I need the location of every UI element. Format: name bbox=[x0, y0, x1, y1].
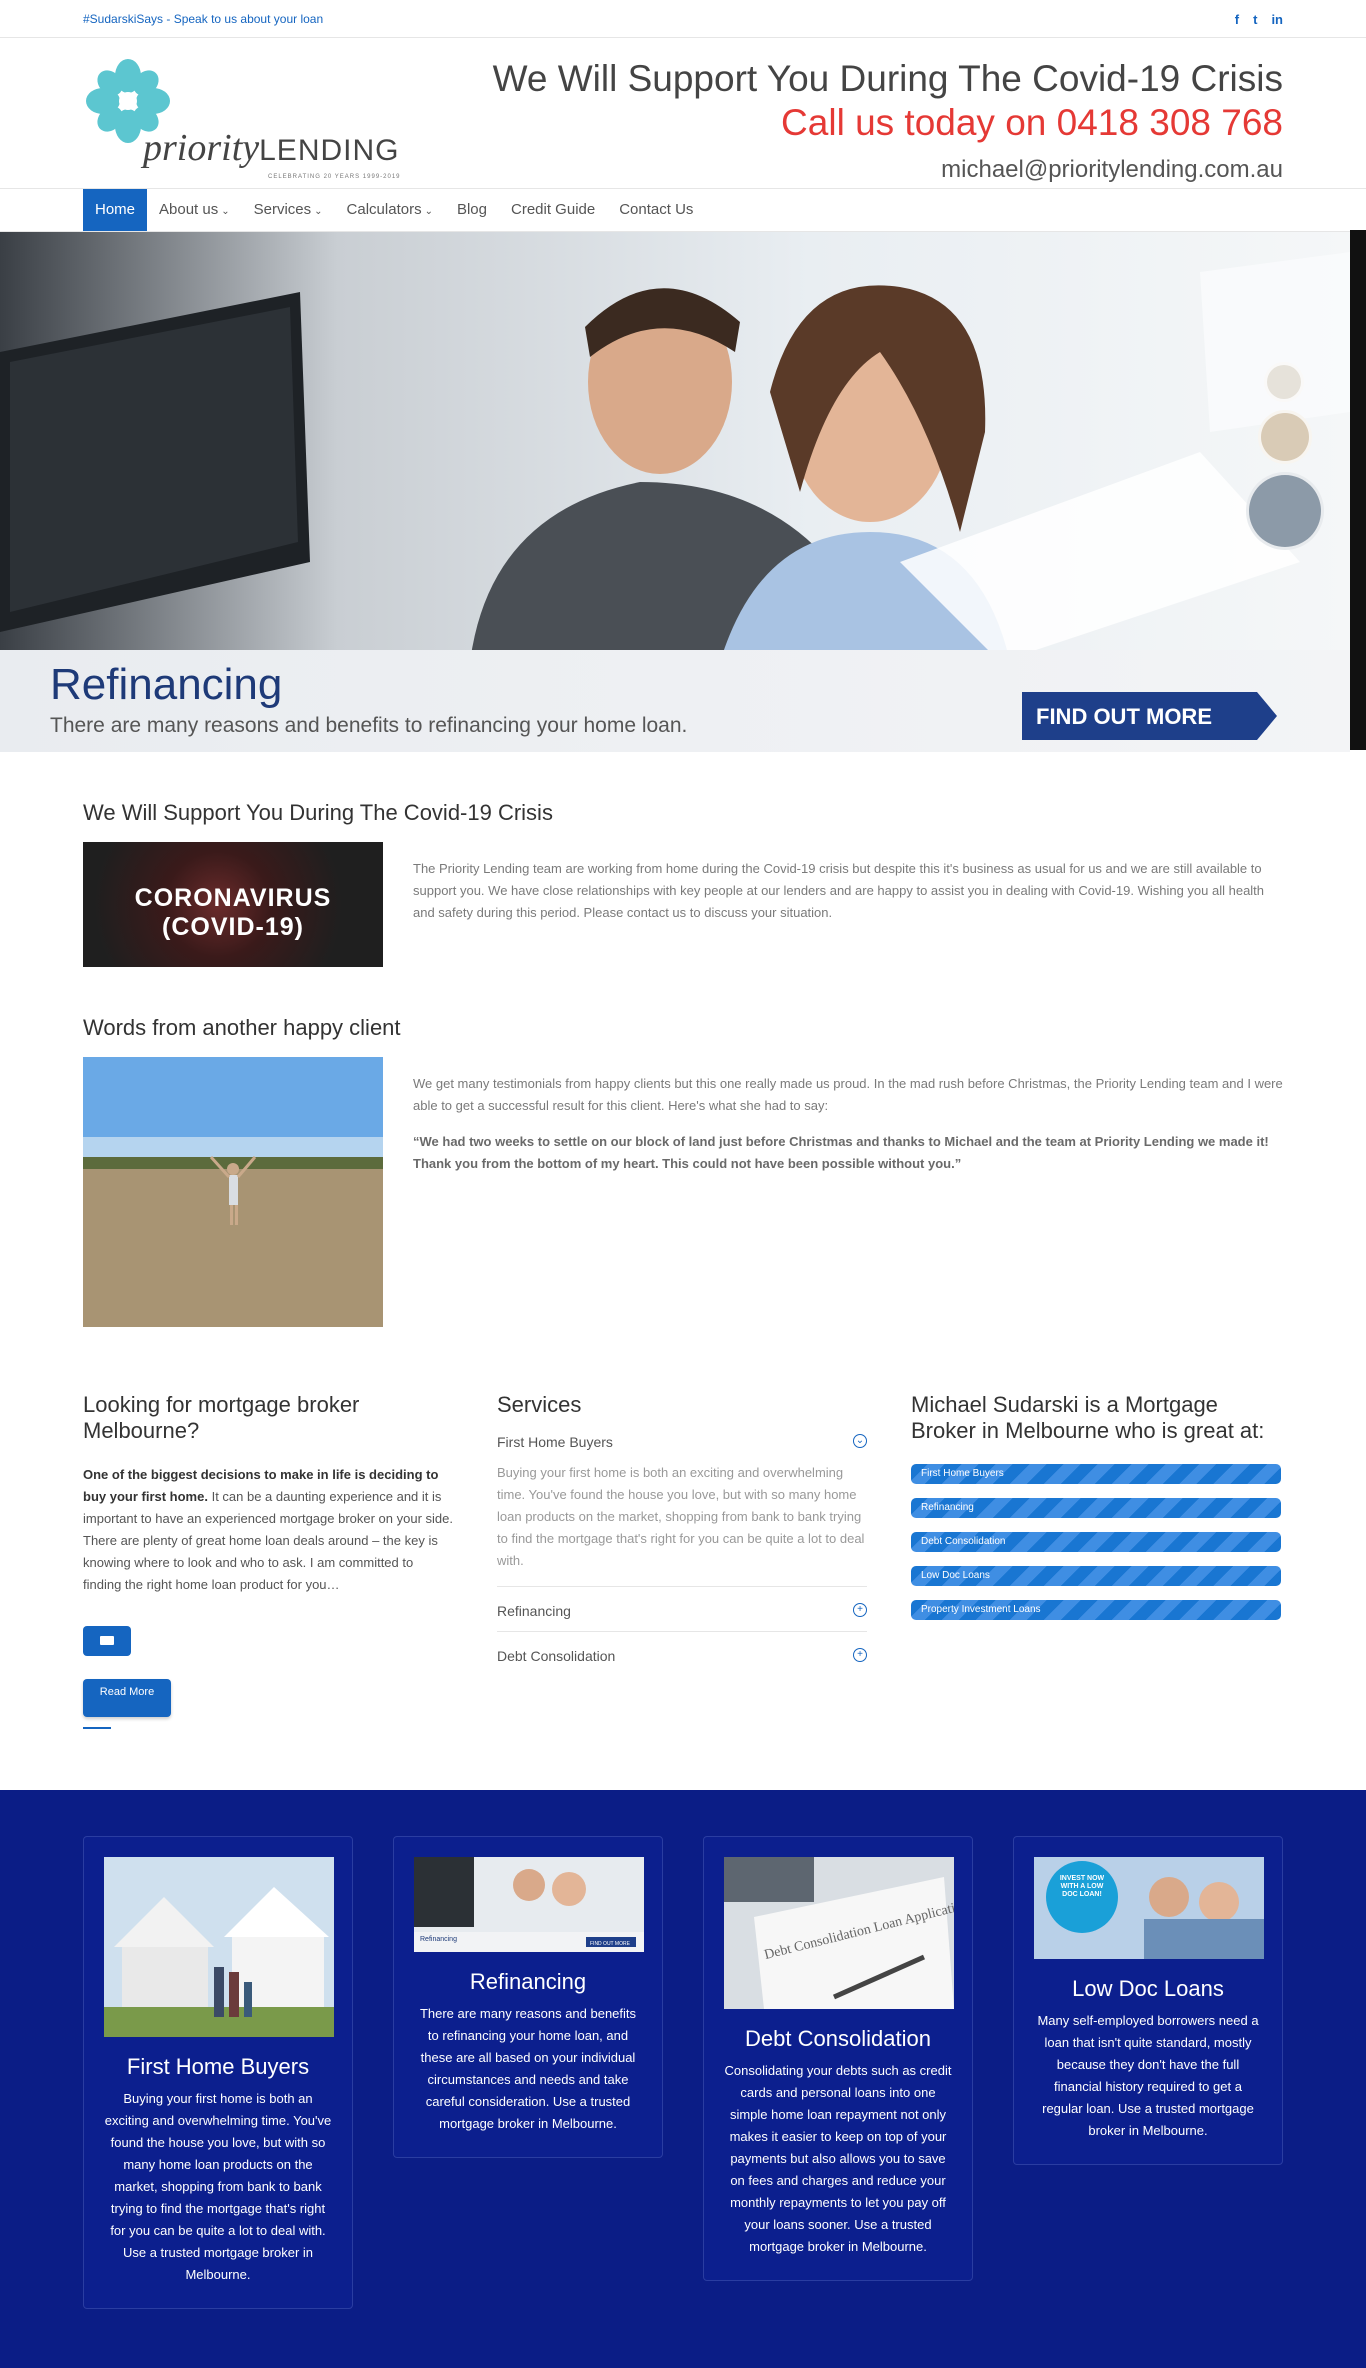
site-header: priorityLENDING CELEBRATING 20 YEARS 199… bbox=[0, 38, 1366, 188]
broker-text: One of the biggest decisions to make in … bbox=[83, 1467, 453, 1592]
covid-heading: We Will Support You During The Covid-19 … bbox=[83, 800, 553, 825]
card-title: Refinancing bbox=[469, 1969, 587, 1994]
nav-contact[interactable]: Contact Us bbox=[607, 189, 705, 231]
card-title: Debt Consolidation bbox=[745, 2026, 931, 2051]
header-email[interactable]: michael@prioritylending.com.au bbox=[493, 156, 1283, 184]
skills-column: Michael Sudarski is a Mortgage Broker in… bbox=[911, 1392, 1281, 1729]
card-title: Low Doc Loans bbox=[1072, 1976, 1224, 2001]
card-first-home-buyers[interactable]: First Home Buyers Buying your first home… bbox=[83, 1836, 353, 2309]
covid-image-text: CORONAVIRUS (COVID-19) bbox=[134, 884, 332, 941]
testimonial-row: We get many testimonials from happy clie… bbox=[83, 1057, 1283, 1332]
card-body: There are many reasons and benefits to r… bbox=[419, 2006, 637, 2131]
slide-thumb-2[interactable] bbox=[1258, 410, 1312, 464]
hero-title: Refinancing bbox=[50, 660, 283, 709]
client-photo bbox=[83, 1057, 383, 1332]
skills-heading: Michael Sudarski is a Mortgage Broker in… bbox=[911, 1392, 1265, 1443]
scroll-edge bbox=[1350, 230, 1366, 750]
linkedin-icon[interactable]: in bbox=[1271, 12, 1283, 27]
skill-bar: Property Investment Loans bbox=[911, 1600, 1281, 1620]
find-out-more-button[interactable]: FIND OUT MORE bbox=[1022, 692, 1277, 740]
header-contact: We Will Support You During The Covid-19 … bbox=[493, 58, 1283, 184]
nav-about[interactable]: About us ⌄ bbox=[147, 189, 242, 231]
find-out-more-label: FIND OUT MORE bbox=[1036, 704, 1212, 729]
card-title: First Home Buyers bbox=[126, 2054, 310, 2079]
slide-thumb-3[interactable] bbox=[1246, 472, 1324, 550]
divider bbox=[83, 1727, 111, 1729]
services-heading: Services bbox=[497, 1392, 582, 1417]
accordion-body: Buying your first home is both an exciti… bbox=[497, 1462, 867, 1587]
nav-home[interactable]: Home bbox=[83, 189, 148, 231]
chevron-down-icon: ⌄ bbox=[221, 206, 230, 217]
skill-bar: First Home Buyers bbox=[911, 1464, 1281, 1484]
logo-wordmark: priorityLENDING bbox=[143, 127, 400, 169]
testimonial-body: We get many testimonials from happy clie… bbox=[413, 1076, 1283, 1113]
chevron-down-icon: ⌄ bbox=[314, 206, 323, 217]
debt-form-image: Debt Consolidation Loan Application Form bbox=[724, 1857, 1004, 2009]
tagline-link[interactable]: #SudarskiSays - Speak to us about your l… bbox=[83, 12, 323, 26]
covid-image: CORONAVIRUS (COVID-19) bbox=[83, 842, 383, 967]
broker-column: Looking for mortgage broker Melbourne? O… bbox=[83, 1392, 453, 1729]
testimonial-heading: Words from another happy client bbox=[83, 1015, 401, 1040]
slide-thumb-1[interactable] bbox=[1264, 362, 1304, 402]
card-refinancing[interactable]: Refinancing FIND OUT MORE Refinancing Th… bbox=[393, 1836, 663, 2158]
main-nav: Home About us ⌄ Services ⌄ Calculators ⌄ Bl… bbox=[0, 188, 1366, 232]
services-column: Services First Home Buyers ⌄ Buying your … bbox=[497, 1392, 867, 1729]
accordion-first-home-buyers[interactable]: First Home Buyers ⌄ bbox=[497, 1418, 867, 1462]
logo-subtitle: CELEBRATING 20 YEARS 1999-2019 bbox=[268, 174, 401, 180]
card-body: Many self-employed borrowers need a loan… bbox=[1037, 2013, 1259, 2138]
chevron-down-icon: ⌄ bbox=[424, 206, 433, 217]
chevron-down-icon: ⌄ bbox=[853, 1434, 867, 1448]
card-body: Buying your first home is both an exciti… bbox=[104, 2091, 332, 2282]
slider-thumbnails bbox=[1246, 362, 1340, 558]
refinancing-image-cta: FIND OUT MORE bbox=[590, 1941, 631, 1947]
three-columns: Looking for mortgage broker Melbourne? O… bbox=[83, 1392, 1283, 1729]
refinancing-image: Refinancing FIND OUT MORE bbox=[414, 1857, 644, 1952]
testimonial-section: Words from another happy client We get m… bbox=[83, 1015, 1283, 1332]
low-doc-image: INVEST NOW WITH A LOW DOC LOAN! bbox=[1034, 1857, 1264, 1959]
hero-photo bbox=[0, 232, 1350, 662]
low-doc-badge: INVEST NOW WITH A LOW DOC LOAN! bbox=[1059, 1875, 1105, 1898]
covid-row: CORONAVIRUS (COVID-19) The Priority Lend… bbox=[83, 842, 1283, 967]
accordion-debt-consolidation[interactable]: Debt Consolidation + bbox=[497, 1632, 867, 1676]
card-debt-consolidation[interactable]: Debt Consolidation Loan Application Form… bbox=[703, 1836, 1004, 2281]
read-more-button[interactable]: Read More bbox=[83, 1679, 171, 1717]
hero-slider[interactable]: Refinancing There are many reasons and b… bbox=[0, 232, 1350, 752]
testimonial-quote: “We had two weeks to settle on our block… bbox=[413, 1134, 1269, 1171]
covid-section: We Will Support You During The Covid-19 … bbox=[83, 800, 1283, 967]
hero-subtitle: There are many reasons and benefits to r… bbox=[50, 714, 688, 737]
skill-bar: Debt Consolidation bbox=[911, 1532, 1281, 1552]
twitter-icon[interactable]: t bbox=[1253, 12, 1257, 27]
services-band: First Home Buyers Buying your first home… bbox=[0, 1790, 1366, 2368]
broker-heading: Looking for mortgage broker Melbourne? bbox=[83, 1392, 360, 1443]
facebook-icon[interactable]: f bbox=[1235, 12, 1239, 27]
testimonial-text: We get many testimonials from happy clie… bbox=[413, 1057, 1283, 1332]
plus-icon: + bbox=[853, 1648, 867, 1662]
top-bar: #SudarskiSays - Speak to us about your l… bbox=[0, 0, 1366, 38]
coffee-icon bbox=[100, 1636, 114, 1645]
plus-icon: + bbox=[853, 1603, 867, 1617]
accordion-refinancing[interactable]: Refinancing + bbox=[497, 1587, 867, 1632]
card-low-doc-loans[interactable]: INVEST NOW WITH A LOW DOC LOAN! Low Doc … bbox=[1013, 1836, 1283, 2165]
hero-caption: Refinancing There are many reasons and b… bbox=[0, 650, 1350, 752]
refinancing-image-title: Refinancing bbox=[420, 1936, 457, 1943]
skill-bar: Low Doc Loans bbox=[911, 1566, 1281, 1586]
card-body: Consolidating your debts such as credit … bbox=[724, 2063, 952, 2254]
header-phone[interactable]: Call us today on 0418 308 768 bbox=[493, 102, 1283, 144]
covid-body: The Priority Lending team are working fr… bbox=[413, 861, 1265, 920]
nav-credit-guide[interactable]: Credit Guide bbox=[499, 189, 607, 231]
logo[interactable]: priorityLENDING CELEBRATING 20 YEARS 199… bbox=[83, 56, 413, 180]
nav-calculators[interactable]: Calculators ⌄ bbox=[335, 189, 445, 231]
skills-bars: First Home Buyers Refinancing Debt Conso… bbox=[911, 1464, 1281, 1620]
social-links: f t in bbox=[1235, 12, 1283, 27]
nav-services[interactable]: Services ⌄ bbox=[242, 189, 335, 231]
nav-blog[interactable]: Blog bbox=[445, 189, 499, 231]
header-title: We Will Support You During The Covid-19 … bbox=[492, 58, 1283, 99]
coffee-button[interactable] bbox=[83, 1626, 131, 1656]
skill-bar: Refinancing bbox=[911, 1498, 1281, 1518]
first-home-image bbox=[104, 1857, 334, 2037]
